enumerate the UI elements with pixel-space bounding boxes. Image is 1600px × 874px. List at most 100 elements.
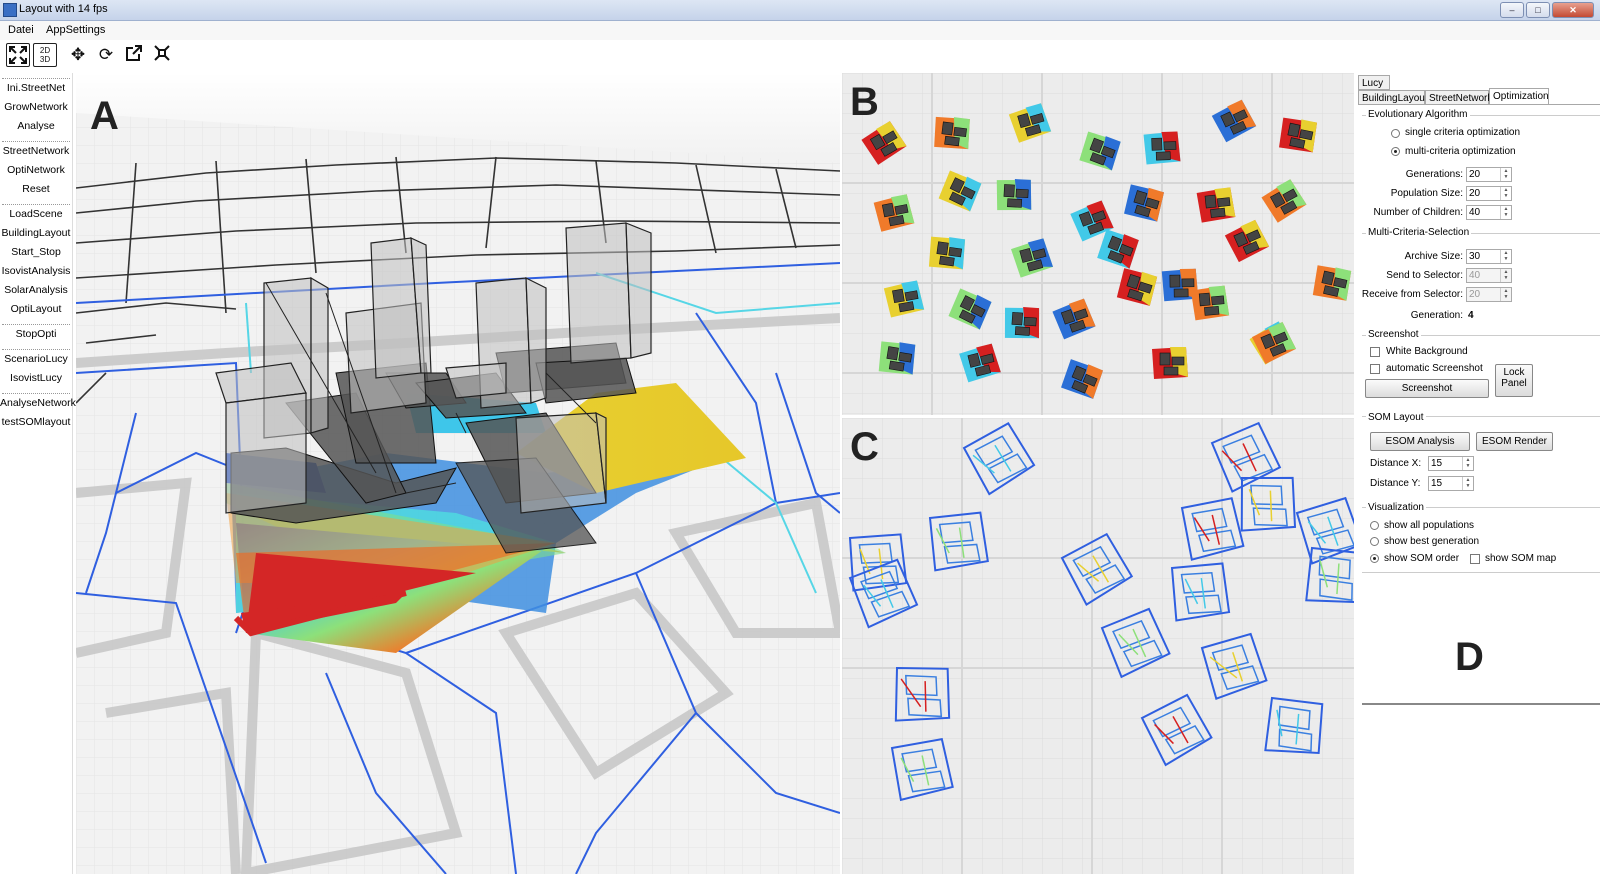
thumbnail-building [881,202,895,218]
esom-analysis-button[interactable]: ESOM Analysis [1370,432,1470,451]
thumbnail-building [1181,278,1195,288]
thumbnail-building [944,135,960,147]
generations-value: 20 [1469,169,1481,180]
menu-bar: Datei AppSettings [0,21,1600,40]
thumbnail-building [941,121,954,136]
load-scene-button[interactable]: LoadScene [0,205,72,224]
minimize-button[interactable]: ‒ [1500,2,1524,18]
show-som-order-label: show SOM order [1384,553,1460,564]
tab-building-layout[interactable]: BuildingLayout [1358,90,1428,105]
test-som-layout-button[interactable]: testSOMlayout [0,413,72,432]
tab-optimization[interactable]: Optimization [1489,88,1549,105]
analyse-network-button[interactable]: AnalyseNetwork [0,394,76,413]
thumbnail-building [1007,198,1023,208]
thumbnail-building [1151,137,1163,151]
layout-thumbnail[interactable] [995,178,1033,212]
popout-icon[interactable] [122,43,146,67]
layout-thumbnail[interactable] [927,235,967,272]
thumbnail-building [1204,305,1220,316]
spinner-icon[interactable]: ▲ ▼ [1500,250,1511,263]
auto-screenshot-checkbox[interactable] [1370,364,1380,374]
layout-thumbnail[interactable] [1196,187,1236,223]
white-background-checkbox[interactable] [1370,347,1380,357]
receive-selector-value: 20 [1469,289,1481,300]
menu-datei[interactable]: Datei [8,24,34,36]
opti-network-button[interactable]: OptiNetwork [0,161,72,180]
building-layout-button[interactable]: BuildingLayout [0,224,72,243]
grow-network-button[interactable]: GrowNetwork [0,98,72,117]
layout-thumbnail[interactable] [932,115,972,151]
layout-thumbnail[interactable] [1190,285,1230,321]
3d-viewport[interactable]: A [76,73,840,874]
reset-button[interactable]: Reset [0,180,72,199]
thumbnail-building [886,346,899,361]
rotate-icon[interactable]: ⟳ [94,43,118,67]
spinner-icon[interactable]: ▲ ▼ [1500,168,1511,181]
layout-thumbnail[interactable] [1152,347,1188,379]
isovist-analysis-button[interactable]: IsovistAnalysis [0,262,72,281]
scenario-lucy-button[interactable]: ScenarioLucy [0,350,72,369]
solar-analysis-button[interactable]: SolarAnalysis [0,281,72,300]
screenshot-button[interactable]: Screenshot [1365,379,1489,398]
spinner-icon[interactable]: ▲ ▼ [1500,206,1511,219]
menu-appsettings[interactable]: AppSettings [46,24,105,36]
multi-criteria-radio[interactable] [1391,147,1400,156]
esom-render-button[interactable]: ESOM Render [1476,432,1553,451]
thumbnail-building [1211,295,1225,306]
spinner-icon[interactable]: ▲ ▼ [1462,477,1473,490]
layout-thumbnail[interactable] [1003,306,1041,340]
show-som-map-checkbox[interactable] [1470,554,1480,564]
thumbnail-building [1011,312,1024,326]
ini-streetnet-button[interactable]: Ini.StreetNet [0,79,72,98]
send-selector-label: Send to Selector: [1386,270,1463,281]
panel-a-label: A [90,94,119,138]
distance-y-input[interactable]: 15 ▲ ▼ [1428,476,1474,491]
thumbnail-building [1015,188,1029,199]
close-button[interactable]: ✕ [1552,2,1594,18]
layout-thumbnail[interactable] [1143,131,1181,165]
archive-size-input[interactable]: 30 ▲ ▼ [1466,249,1512,264]
tab-street-network[interactable]: StreetNetwork [1425,90,1492,105]
stop-opti-button[interactable]: StopOpti [0,325,72,344]
street-network-button[interactable]: StreetNetwork [0,142,72,161]
isovist-lucy-button[interactable]: IsovistLucy [0,369,72,388]
show-all-populations-radio[interactable] [1370,521,1379,530]
zoom-extents-icon[interactable] [6,43,30,67]
population-size-input[interactable]: 20 ▲ ▼ [1466,186,1512,201]
distance-x-input[interactable]: 15 ▲ ▼ [1428,456,1474,471]
tab-lucy[interactable]: Lucy [1358,75,1390,90]
spinner-icon[interactable]: ▲ ▼ [1500,187,1511,200]
thumbnail-building [1171,356,1185,366]
spinner-icon[interactable]: ▲ ▼ [1462,457,1473,470]
fit-icon[interactable] [150,43,174,67]
show-som-order-radio[interactable] [1370,554,1379,563]
send-selector-input: 40 ▲ ▼ [1466,268,1512,283]
pan-icon[interactable]: ✥ [66,43,90,67]
show-best-generation-radio[interactable] [1370,537,1379,546]
layout-thumbnail[interactable] [877,339,918,376]
receive-selector-label: Receive from Selector: [1361,289,1463,300]
view-2d3d-button[interactable]: 2D 3D [33,43,57,67]
single-criteria-radio[interactable] [1391,129,1400,138]
spinner-icon: ▲ ▼ [1500,269,1511,282]
panel-c-label: C [850,425,879,469]
thumbnail-building [1014,326,1031,336]
lock-panel-button[interactable]: Lock Panel [1495,364,1533,397]
thumbnail-building [939,255,955,267]
multi-criteria-label: multi-criteria optimization [1405,146,1516,157]
opti-layout-button[interactable]: OptiLayout [0,300,72,319]
start-stop-button[interactable]: Start_Stop [0,243,72,262]
screenshot-title: Screenshot [1366,329,1421,340]
command-sidebar: Ini.StreetNet GrowNetwork Analyse Street… [0,73,76,874]
analyse-button[interactable]: Analyse [0,117,72,136]
mcs-title: Multi-Criteria-Selection [1366,227,1472,238]
thumbnail-building [1217,197,1231,208]
population-size-value: 20 [1469,188,1481,199]
archive-size-value: 30 [1469,251,1481,262]
thumbnail-building [1169,274,1181,288]
generations-input[interactable]: 20 ▲ ▼ [1466,167,1512,182]
population-view[interactable]: B [842,73,1354,415]
children-input[interactable]: 40 ▲ ▼ [1466,205,1512,220]
maximize-button[interactable]: □ [1526,2,1550,18]
som-view[interactable]: C [842,418,1354,874]
